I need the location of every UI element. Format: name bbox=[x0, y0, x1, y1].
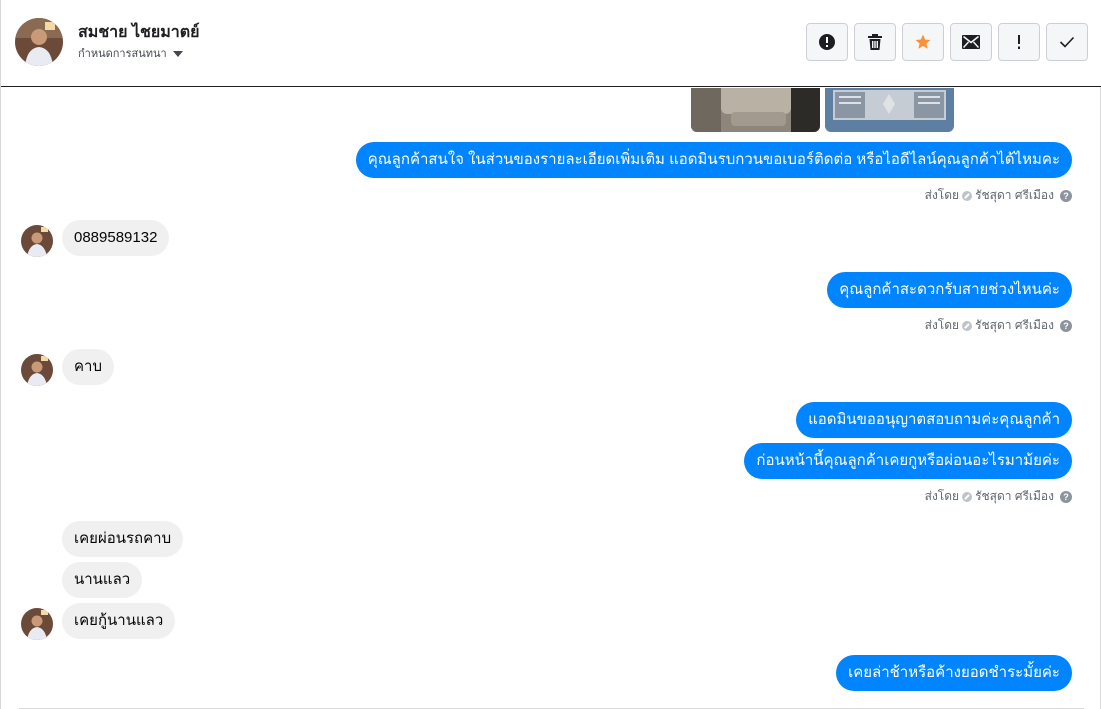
sent-by-label: ส่งโดย รัชสุดา ศรีเมือง ? bbox=[925, 487, 1072, 506]
incoming-message[interactable]: นานแลว bbox=[62, 562, 143, 598]
contact-avatar-small[interactable] bbox=[21, 225, 53, 257]
sent-by-label: ส่งโดย รัชสุดา ศรีเมือง ? bbox=[925, 316, 1072, 335]
photo-car-front[interactable] bbox=[825, 88, 954, 132]
conversation-panel: สมชาย ไชยมาตย์ กำหนดการสนทนา คุณลูกค้าสน… bbox=[0, 0, 1101, 709]
check-icon bbox=[1059, 36, 1075, 48]
conversation-menu[interactable]: กำหนดการสนทนา bbox=[78, 44, 183, 62]
outgoing-message[interactable]: คุณลูกค้าสนใจ ในส่วนของรายละเอียดเพิ่มเต… bbox=[355, 142, 1072, 178]
verified-icon bbox=[962, 491, 973, 502]
outgoing-message[interactable]: เคยล่าช้าหรือค้างยอดชำระมั้ยค่ะ bbox=[836, 655, 1072, 691]
outgoing-message[interactable]: แอดมินขออนุญาตสอบถามค่ะคุณลูกค้า bbox=[796, 402, 1072, 438]
exclamation-icon bbox=[1018, 35, 1020, 49]
trash-icon bbox=[868, 34, 882, 50]
mark-unread-button[interactable] bbox=[950, 23, 992, 61]
sent-by-agent[interactable]: รัชสุดา ศรีเมือง bbox=[975, 316, 1054, 335]
spam-button[interactable] bbox=[806, 23, 848, 61]
contact-avatar-small[interactable] bbox=[21, 608, 53, 640]
important-button[interactable] bbox=[998, 23, 1040, 61]
verified-icon bbox=[962, 320, 973, 331]
help-icon[interactable]: ? bbox=[1060, 319, 1072, 332]
done-button[interactable] bbox=[1046, 23, 1088, 61]
conversation-header: สมชาย ไชยมาตย์ กำหนดการสนทนา bbox=[1, 0, 1101, 87]
sent-by-label: ส่งโดย รัชสุดา ศรีเมือง ? bbox=[925, 186, 1072, 205]
alert-circle-icon bbox=[819, 34, 835, 50]
conversation-menu-label: กำหนดการสนทนา bbox=[78, 48, 167, 60]
sent-by-prefix: ส่งโดย bbox=[924, 318, 960, 332]
sent-by-prefix: ส่งโดย bbox=[924, 188, 960, 202]
photo-car-interior[interactable] bbox=[691, 88, 820, 132]
message-thread[interactable]: คุณลูกค้าสนใจ ในส่วนของรายละเอียดเพิ่มเต… bbox=[1, 88, 1101, 709]
incoming-message[interactable]: เคยกู้นานแลว bbox=[62, 603, 176, 639]
outgoing-message[interactable]: คุณลูกค้าสะดวกรับสายช่วงไหนค่ะ bbox=[827, 272, 1072, 308]
outgoing-message[interactable]: ก่อนหน้านี้คุณลูกค้าเคยกูหรือผ่อนอะไรมาม… bbox=[744, 443, 1072, 479]
help-icon[interactable]: ? bbox=[1060, 490, 1072, 503]
conversation-toolbar bbox=[806, 23, 1088, 61]
verified-icon bbox=[962, 190, 973, 201]
incoming-message[interactable]: เคยผ่อนรถคาบ bbox=[62, 521, 184, 557]
star-icon bbox=[915, 34, 931, 49]
sent-by-prefix: ส่งโดย bbox=[924, 489, 960, 503]
sent-by-agent[interactable]: รัชสุดา ศรีเมือง bbox=[975, 186, 1054, 205]
star-button[interactable] bbox=[902, 23, 944, 61]
attachment-photos bbox=[691, 88, 954, 132]
contact-avatar-small[interactable] bbox=[21, 354, 53, 386]
delete-button[interactable] bbox=[854, 23, 896, 61]
contact-avatar[interactable] bbox=[15, 18, 63, 66]
incoming-message[interactable]: 0889589132 bbox=[62, 220, 170, 256]
incoming-message[interactable]: คาบ bbox=[62, 349, 114, 385]
help-icon[interactable]: ? bbox=[1060, 189, 1072, 202]
contact-name[interactable]: สมชาย ไชยมาตย์ bbox=[78, 20, 200, 45]
caret-down-icon bbox=[172, 50, 183, 57]
sent-by-agent[interactable]: รัชสุดา ศรีเมือง bbox=[975, 487, 1054, 506]
envelope-icon bbox=[962, 35, 980, 49]
